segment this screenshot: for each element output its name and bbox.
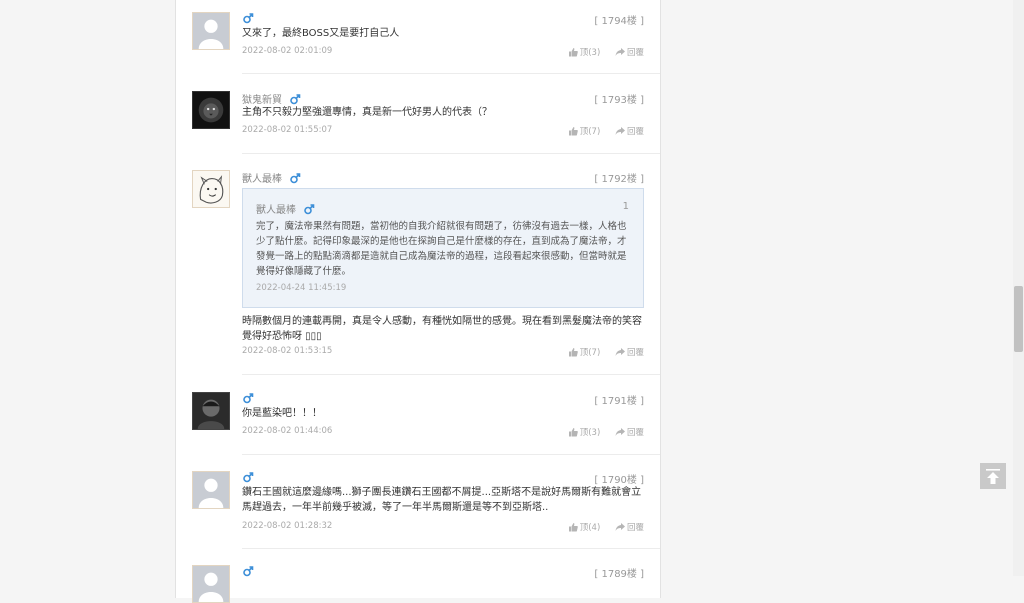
comment-1789: [ 1789楼 ] — [192, 565, 644, 603]
quote-username[interactable]: 獸人最棒 — [256, 205, 296, 216]
arrow-up-icon — [986, 469, 1000, 484]
reply-button[interactable]: 回覆 — [615, 521, 644, 533]
divider — [242, 374, 660, 375]
reply-arrow-icon — [615, 428, 625, 436]
reply-button[interactable]: 回覆 — [615, 46, 644, 58]
male-icon — [243, 472, 254, 483]
reply-label: 回覆 — [626, 48, 644, 58]
reply-arrow-icon — [615, 348, 625, 356]
reply-arrow-icon — [615, 523, 625, 531]
scrollbar-thumb[interactable] — [1014, 286, 1023, 352]
divider — [242, 153, 660, 154]
like-button[interactable]: 顶(4) — [568, 521, 601, 533]
quoted-comment: 獸人最棒 1 完了，魔法帝果然有問題，當初他的自我介紹就很有問題了，彷彿沒有過去… — [242, 188, 644, 308]
male-icon — [290, 93, 301, 104]
reply-label: 回覆 — [626, 523, 644, 533]
divider — [242, 548, 660, 549]
reply-button[interactable]: 回覆 — [615, 346, 644, 358]
divider — [242, 73, 660, 74]
floor-number: [ 1792楼 ] — [594, 174, 644, 185]
comment-text: 時隔數個月的連載再開，真是令人感動，有種恍如隔世的感覺。現在看到黑髮魔法帝的笑容… — [242, 316, 642, 342]
reply-label: 回覆 — [626, 428, 644, 438]
thumbs-up-icon — [568, 428, 578, 437]
comment-1794: [ 1794楼 ] 又來了，最終BOSS又是要打自己人 2022-08-02 0… — [192, 12, 644, 70]
floor-number: [ 1789楼 ] — [594, 569, 644, 580]
like-label: 顶 — [579, 127, 589, 137]
floor-number: [ 1794楼 ] — [594, 16, 644, 27]
floor-number: [ 1791楼 ] — [594, 396, 644, 407]
username[interactable]: 獸人最棒 — [242, 174, 282, 185]
like-count: (4) — [588, 523, 601, 533]
male-icon — [304, 203, 315, 214]
reply-label: 回覆 — [626, 348, 644, 358]
comment-1790: [ 1790楼 ] 鑽石王國就這麼邊緣嗎...獅子團長連鑽石王國都不屑提...亞… — [192, 471, 644, 541]
like-count: (3) — [588, 428, 601, 438]
quote-text: 完了，魔法帝果然有問題，當初他的自我介紹就很有問題了，彷彿沒有過去一樣，人格也少… — [256, 221, 627, 277]
comment-text: 你是藍染吧！！！ — [242, 408, 322, 419]
comment-time: 2022-08-02 01:53:15 — [242, 346, 333, 356]
like-button[interactable]: 顶(7) — [568, 346, 601, 358]
comment-1791: [ 1791楼 ] 你是藍染吧！！！ 2022-08-02 01:44:06 顶… — [192, 392, 644, 450]
comment-time: 2022-08-02 01:28:32 — [242, 521, 333, 531]
avatar[interactable] — [192, 170, 230, 208]
comment-time: 2022-08-02 01:44:06 — [242, 426, 333, 436]
male-icon — [243, 393, 254, 404]
comment-1792: 獸人最棒 [ 1792楼 ] 獸人最棒 1 完了，魔法帝果然有問題，當初他的自我… — [192, 170, 644, 370]
back-to-top-button[interactable] — [980, 463, 1006, 489]
comment-text: 鑽石王國就這麼邊緣嗎...獅子團長連鑽石王國都不屑提...亞斯塔不是說好馬爾斯有… — [242, 487, 642, 513]
comments-panel: [ 1794楼 ] 又來了，最終BOSS又是要打自己人 2022-08-02 0… — [175, 0, 661, 603]
thumbs-up-icon — [568, 127, 578, 136]
male-icon — [243, 566, 254, 577]
comment-text: 又來了，最終BOSS又是要打自己人 — [242, 28, 400, 39]
comment-time: 2022-08-02 01:55:07 — [242, 125, 333, 135]
reply-arrow-icon — [615, 48, 625, 56]
like-button[interactable]: 顶(3) — [568, 46, 601, 58]
avatar[interactable] — [192, 91, 230, 129]
quote-time: 2022-04-24 11:45:19 — [256, 283, 347, 293]
divider — [242, 454, 660, 455]
like-count: (7) — [588, 127, 601, 137]
quote-floor-number: 1 — [622, 201, 629, 212]
like-label: 顶 — [579, 348, 589, 358]
floor-number: [ 1790楼 ] — [594, 475, 644, 486]
reply-label: 回覆 — [626, 127, 644, 137]
comment-time: 2022-08-02 02:01:09 — [242, 46, 333, 56]
male-icon — [243, 13, 254, 24]
reply-button[interactable]: 回覆 — [615, 426, 644, 438]
avatar[interactable] — [192, 392, 230, 430]
avatar[interactable] — [192, 471, 230, 509]
reply-arrow-icon — [615, 127, 625, 135]
floor-number: [ 1793楼 ] — [594, 95, 644, 106]
page-scrollbar[interactable] — [1013, 0, 1024, 576]
comment-1793: 獄鬼新貿 [ 1793楼 ] 主角不只毅力堅強還專情，真是新一代好男人的代表（？… — [192, 91, 644, 149]
like-label: 顶 — [579, 48, 589, 58]
avatar[interactable] — [192, 565, 230, 603]
like-button[interactable]: 顶(3) — [568, 426, 601, 438]
comment-text: 主角不只毅力堅強還專情，真是新一代好男人的代表（？ — [242, 107, 492, 118]
reply-button[interactable]: 回覆 — [615, 125, 644, 137]
like-count: (7) — [588, 348, 601, 358]
like-button[interactable]: 顶(7) — [568, 125, 601, 137]
male-icon — [290, 172, 301, 183]
like-label: 顶 — [579, 523, 589, 533]
like-label: 顶 — [579, 428, 589, 438]
like-count: (3) — [588, 48, 601, 58]
avatar[interactable] — [192, 12, 230, 50]
thumbs-up-icon — [568, 523, 578, 532]
thumbs-up-icon — [568, 348, 578, 357]
thumbs-up-icon — [568, 48, 578, 57]
